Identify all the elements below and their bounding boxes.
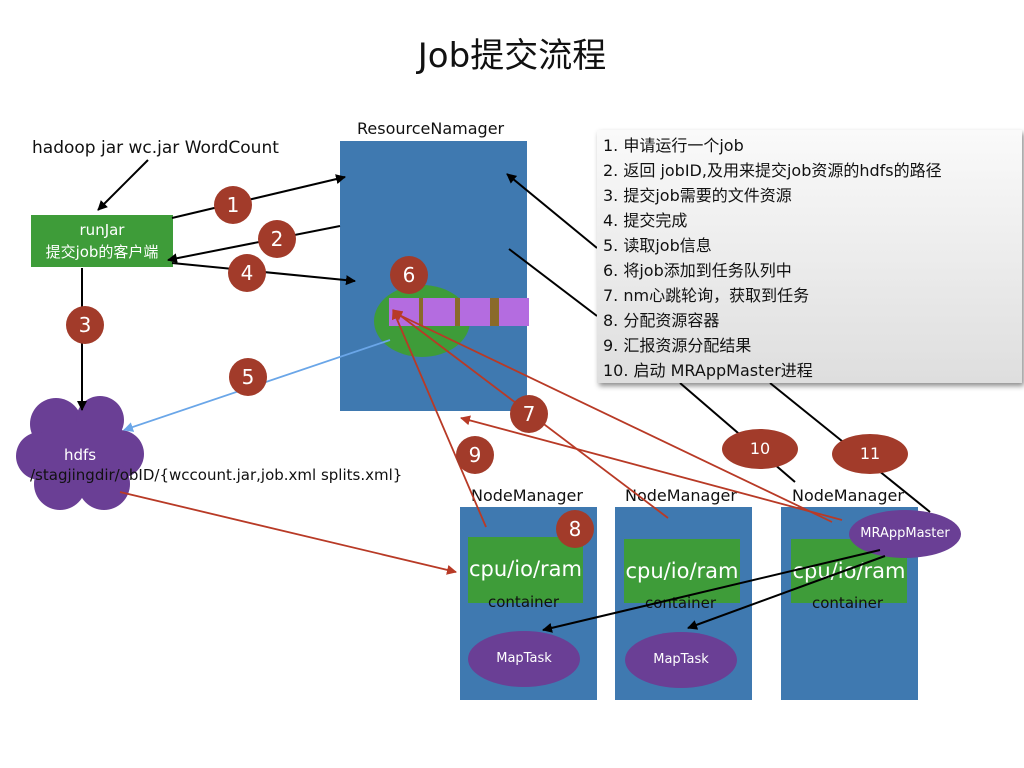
arrows-layer — [77, 159, 931, 633]
step-badge: 10 — [722, 429, 798, 469]
step-badge: 2 — [258, 220, 296, 258]
arrow-am-to-maptask-2 — [687, 555, 886, 630]
step-item: 9. 汇报资源分配结果 — [603, 336, 752, 355]
step-badge: 11 — [832, 434, 908, 474]
step-item: 8. 分配资源容器 — [603, 311, 720, 330]
arrow-step-9 — [391, 309, 487, 528]
step-item: 1. 申请运行一个job — [603, 136, 744, 155]
arrow-command-to-client — [97, 159, 149, 211]
step-item: 10. 启动 MRAppMaster进程 — [603, 361, 813, 380]
step-badge: 7 — [510, 395, 548, 433]
step-badge: 1 — [214, 186, 252, 224]
step-item: 7. nm心跳轮询，获取到任务 — [603, 286, 810, 305]
step-badge: 8 — [556, 510, 594, 548]
arrow-info-to-rm — [506, 173, 598, 249]
step-badge: 6 — [390, 256, 428, 294]
step-item: 2. 返回 jobID,及用来提交job资源的hdfs的路径 — [603, 161, 942, 180]
step-item: 6. 将job添加到任务队列中 — [603, 261, 792, 280]
step-item: 3. 提交job需要的文件资源 — [603, 186, 792, 205]
step-item: 5. 读取job信息 — [603, 236, 712, 255]
line-rm-to-info — [508, 248, 598, 317]
step-badge: 5 — [229, 358, 267, 396]
step-badge: 4 — [228, 254, 266, 292]
arrow-step-1 — [171, 174, 346, 219]
step-badge: 9 — [456, 436, 494, 474]
step-badge: 3 — [66, 306, 104, 344]
steps-panel: 1. 申请运行一个job 2. 返回 jobID,及用来提交job资源的hdfs… — [597, 130, 1022, 383]
arrow-hdfs-to-container — [119, 491, 457, 575]
step-item: 4. 提交完成 — [603, 211, 688, 230]
arrow-am-to-maptask-1 — [542, 549, 881, 633]
